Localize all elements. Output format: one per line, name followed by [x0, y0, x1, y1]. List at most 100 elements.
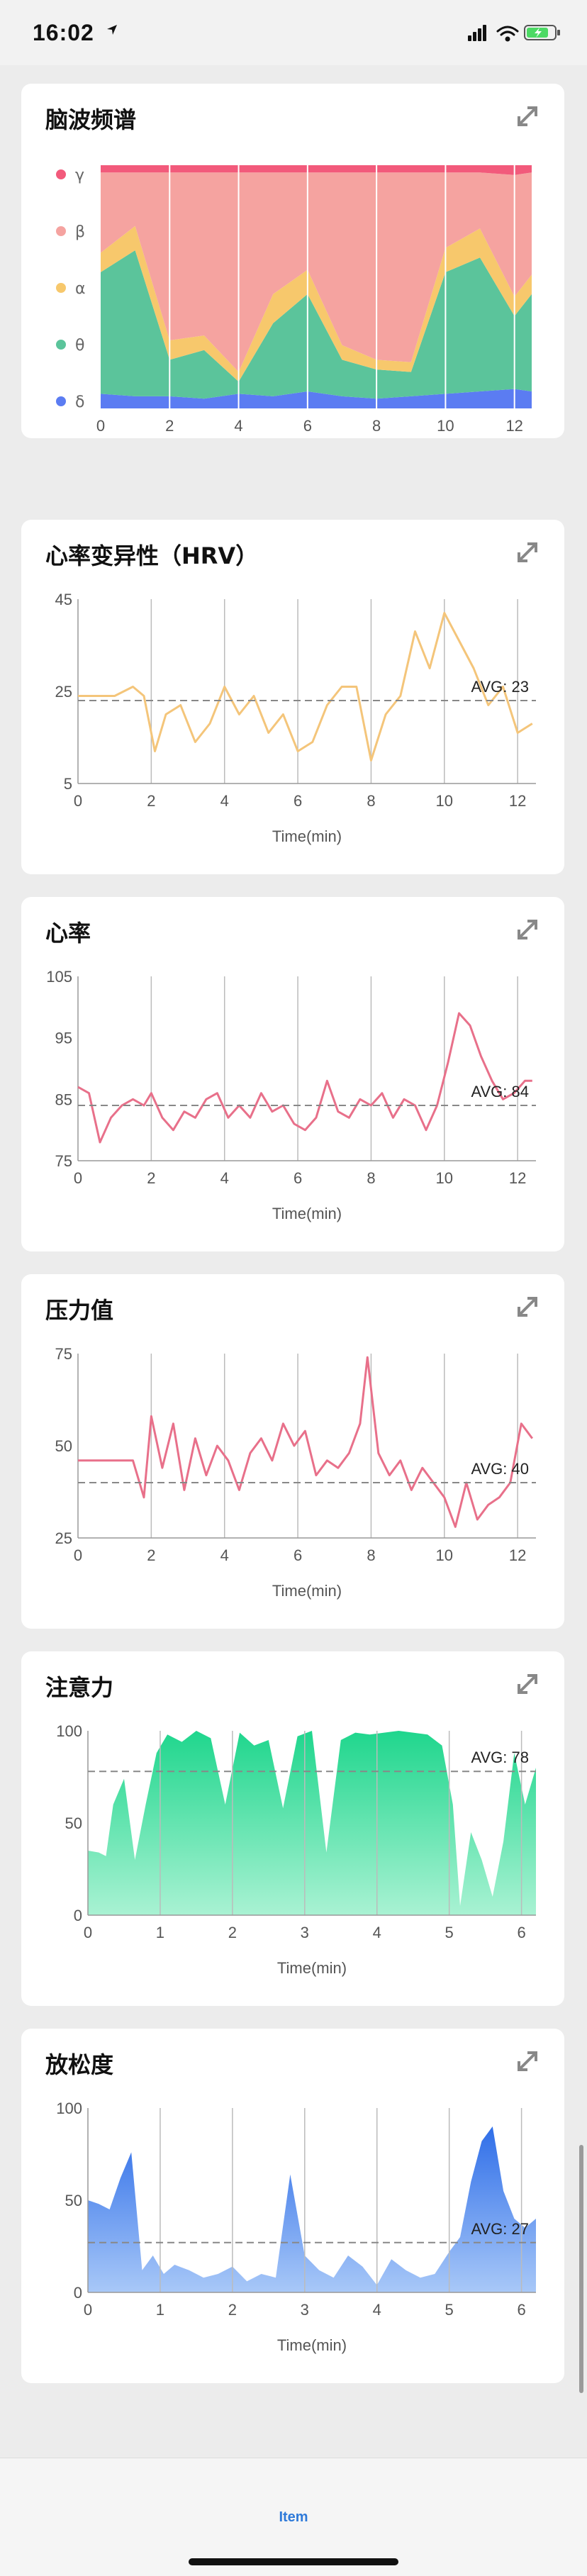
- x-tick-label: 6: [517, 1924, 525, 1941]
- x-tick-label: 0: [74, 792, 82, 810]
- legend-label: γ: [75, 167, 84, 184]
- x-tick-label: 8: [367, 1546, 375, 1564]
- x-axis-label: Time(min): [277, 2336, 347, 2354]
- y-tick-label: 25: [55, 683, 72, 701]
- tab-item[interactable]: Item: [0, 2509, 587, 2526]
- status-bar: 16:02: [0, 0, 587, 65]
- x-tick-label: 6: [294, 1169, 302, 1187]
- x-tick-label: 5: [445, 2301, 454, 2319]
- average-label: AVG: 23: [471, 678, 529, 696]
- y-tick-label: 100: [56, 1722, 82, 1740]
- x-tick-label: 5: [445, 1924, 454, 1941]
- x-axis-label: Time(min): [272, 1205, 342, 1222]
- y-tick-label: 75: [55, 1152, 72, 1170]
- legend-label: θ: [75, 337, 84, 355]
- chart-stress: 0 2 4 6 8 10 12 Time(min) 75 50 25 AVG: 40: [55, 1345, 536, 1600]
- x-tick-label: 4: [234, 417, 242, 435]
- x-tick-label: 10: [436, 1546, 453, 1564]
- x-tick-label: 6: [517, 2301, 525, 2319]
- battery-icon: [524, 25, 560, 40]
- y-tick-label: 100: [56, 2100, 82, 2117]
- chart-brainwave: 024681012Time(min)γβαθδ: [56, 165, 532, 435]
- y-tick-label: 95: [55, 1030, 72, 1047]
- card-heart-rate: 心率 0 2 4 6 8 10 12 Time(min) 105 95 85 75 AVG: 84: [21, 897, 564, 1251]
- legend-swatch: [56, 226, 66, 236]
- x-tick-label: 2: [147, 792, 155, 810]
- y-tick-label: 105: [46, 968, 72, 986]
- x-tick-label: 6: [303, 417, 312, 435]
- x-tick-label: 4: [220, 1546, 229, 1564]
- chart-heart-rate: 0 2 4 6 8 10 12 Time(min) 105 95 85 75 AVG: 84: [46, 968, 536, 1222]
- status-time: 16:02: [33, 20, 94, 45]
- home-indicator: [189, 2558, 398, 2565]
- x-tick-label: 2: [228, 1924, 237, 1941]
- card-brainwave: 脑波频谱 024681012Time(min)γβαθδ: [21, 84, 564, 438]
- wifi-icon: [496, 26, 519, 42]
- average-label: AVG: 27: [471, 2220, 529, 2238]
- y-tick-label: 85: [55, 1091, 72, 1108]
- legend-swatch: [56, 169, 66, 179]
- chart-attention: 0 1 2 3 4 5 6 Time(min) 100 50 0 AVG: 78: [56, 1722, 536, 1977]
- x-tick-label: 4: [220, 792, 229, 810]
- x-axis-label: Time(min): [272, 827, 342, 845]
- x-tick-label: 12: [509, 1169, 526, 1187]
- x-tick-label: 4: [373, 2301, 381, 2319]
- x-tick-label: 12: [509, 1546, 526, 1564]
- x-tick-label: 2: [147, 1169, 155, 1187]
- status-icons: [468, 25, 560, 42]
- x-tick-label: 2: [165, 417, 174, 435]
- x-tick-label: 0: [74, 1546, 82, 1564]
- cellular-signal-icon: [468, 25, 486, 41]
- x-tick-label: 0: [96, 417, 105, 435]
- y-tick-label: 75: [55, 1345, 72, 1363]
- x-tick-label: 12: [509, 792, 526, 810]
- x-axis-label: Time(min): [272, 1582, 342, 1600]
- card-attention: 注意力 0 1 2 3 4 5 6 Time(min) 100 50 0 AVG: 78: [21, 1651, 564, 2006]
- average-label: AVG: 40: [471, 1460, 529, 1478]
- legend-swatch: [56, 396, 66, 406]
- x-tick-label: 1: [156, 2301, 164, 2319]
- legend-label: δ: [75, 394, 84, 411]
- y-tick-label: 50: [65, 1814, 82, 1832]
- x-tick-label: 6: [294, 792, 302, 810]
- card-relaxation: 放松度 0 1 2 3 4 5 6 Time(min) 100 50 0 AVG: 27: [21, 2029, 564, 2383]
- chart-relaxation: 0 1 2 3 4 5 6 Time(min) 100 50 0 AVG: 27: [56, 2100, 536, 2354]
- series-area: [88, 1731, 536, 1915]
- x-tick-label: 8: [372, 417, 381, 435]
- series-area: [88, 2126, 536, 2292]
- x-tick-label: 10: [436, 1169, 453, 1187]
- y-tick-label: 50: [65, 2192, 82, 2209]
- legend-label: α: [75, 280, 86, 298]
- scrollbar[interactable]: [579, 2145, 583, 2393]
- x-tick-label: 3: [301, 2301, 309, 2319]
- x-tick-label: 2: [228, 2301, 237, 2319]
- x-tick-label: 4: [373, 1924, 381, 1941]
- x-tick-label: 0: [84, 2301, 92, 2319]
- y-tick-label: 0: [74, 2284, 82, 2302]
- y-tick-label: 50: [55, 1437, 72, 1455]
- x-tick-label: 8: [367, 792, 375, 810]
- location-arrow-icon: [107, 25, 117, 35]
- x-axis-label: Time(min): [277, 1959, 347, 1977]
- y-tick-label: 25: [55, 1529, 72, 1547]
- legend-swatch: [56, 340, 66, 350]
- legend-label: β: [75, 223, 85, 241]
- x-tick-label: 3: [301, 1924, 309, 1941]
- x-tick-label: 12: [505, 417, 522, 435]
- average-label: AVG: 78: [471, 1749, 529, 1766]
- card-hrv: 心率变异性（HRV） 0 2 4 6 8 10 12 Time(min) 45 25 5 AVG: 2…: [21, 520, 564, 874]
- x-tick-label: 1: [156, 1924, 164, 1941]
- y-tick-label: 45: [55, 591, 72, 608]
- chart-hrv: 0 2 4 6 8 10 12 Time(min) 45 25 5 AVG: 23: [55, 591, 536, 845]
- y-tick-label: 5: [64, 775, 72, 793]
- x-tick-label: 10: [437, 417, 454, 435]
- x-tick-label: 10: [436, 792, 453, 810]
- x-tick-label: 0: [84, 1924, 92, 1941]
- x-tick-label: 8: [367, 1169, 375, 1187]
- x-tick-label: 0: [74, 1169, 82, 1187]
- x-tick-label: 4: [220, 1169, 229, 1187]
- legend-swatch: [56, 283, 66, 293]
- average-label: AVG: 84: [471, 1083, 529, 1100]
- x-tick-label: 2: [147, 1546, 155, 1564]
- x-tick-label: 6: [294, 1546, 302, 1564]
